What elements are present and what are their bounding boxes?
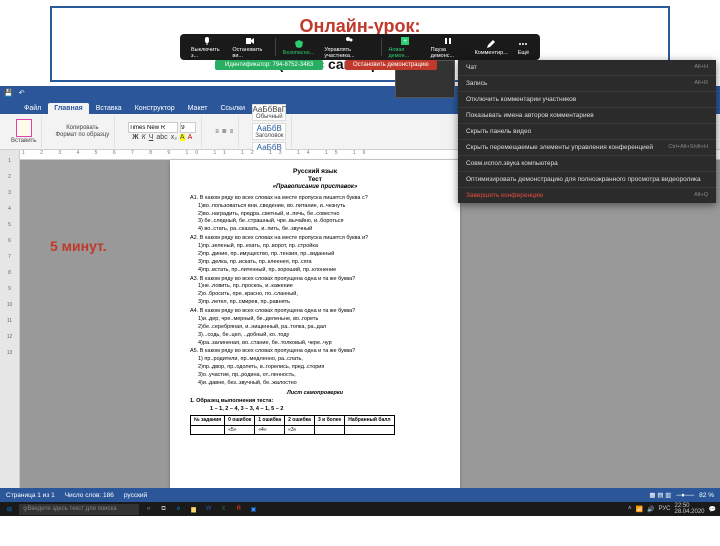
zoom-menu-end[interactable]: Завершить конференциюAlt+Q xyxy=(458,188,716,203)
zoom-security-button[interactable]: Безопасно... xyxy=(278,37,320,58)
zoom-menu-record[interactable]: ЗаписьAlt+R xyxy=(458,76,716,92)
question-2: А2. В каком ряду во всех словах на месте… xyxy=(190,235,440,242)
zoom-slider[interactable]: ─●── xyxy=(676,492,694,499)
answer-key-label: 1. Образец выполнения теста: xyxy=(190,398,440,405)
format-painter-button[interactable]: Формат по образцу xyxy=(55,132,109,138)
zoom-toolbar: Выключить з... Остановить ви... Безопасн… xyxy=(180,34,540,60)
tray-lang[interactable]: РУС xyxy=(658,506,670,512)
word-taskbar-icon[interactable]: W xyxy=(203,504,214,515)
zoom-menu-optimize[interactable]: Оптимизировать демонстрацию для полноэкр… xyxy=(458,172,716,188)
zoom-stop-share-button[interactable]: Остановить демонстрацию xyxy=(345,60,437,70)
windows-taskbar: ⊞ ⚲ Введите здесь текст для поиска ○ ⧉ e… xyxy=(0,502,720,516)
paste-group[interactable]: Вставить xyxy=(6,116,42,148)
tray-volume-icon[interactable]: 🔊 xyxy=(647,506,654,513)
cortana-icon[interactable]: ○ xyxy=(143,504,154,515)
font-size-input[interactable] xyxy=(180,122,196,133)
tray-clock[interactable]: 22:5028.04.2020 xyxy=(674,503,704,515)
zoom-newshare-button[interactable]: +Новая демон... xyxy=(383,34,425,61)
tray-network-icon[interactable]: 📶 xyxy=(636,506,643,513)
fontcolor-button[interactable]: A xyxy=(188,134,193,141)
copy-button[interactable]: Копировать xyxy=(66,125,98,131)
explorer-icon[interactable]: ▆ xyxy=(188,504,199,515)
italic-button[interactable]: К xyxy=(142,134,146,141)
start-button[interactable]: ⊞ xyxy=(4,504,15,515)
underline-button[interactable]: Ч xyxy=(149,134,154,141)
word-app: Выключить з... Остановить ви... Безопасн… xyxy=(0,86,720,516)
question-5: А5. В каком ряду во всех словах пропущен… xyxy=(190,348,440,355)
bold-button[interactable]: Ж xyxy=(132,134,138,141)
zoom-menu-chat[interactable]: ЧатAlt+H xyxy=(458,60,716,76)
document-page[interactable]: Русский язык Тест «Правописание приставо… xyxy=(170,160,460,500)
selfcheck-title: Лист самопроверки xyxy=(190,390,440,397)
score-table: № задания0 ошибок1 ошибка2 ошибка3 и бол… xyxy=(190,415,395,435)
vertical-ruler: 12345678910111213 xyxy=(0,150,20,502)
doc-sub: Тест xyxy=(190,176,440,184)
style-normal[interactable]: АаБбВвГОбычный xyxy=(252,104,286,121)
zoom-participants-button[interactable]: Управлять участника... xyxy=(319,34,378,61)
clipboard-group: Копировать Формат по образцу xyxy=(50,116,115,148)
status-lang[interactable]: русский xyxy=(124,492,147,499)
zoom-menu-share-sound[interactable]: Совм.испол.звука компьютера xyxy=(458,156,716,172)
tab-file[interactable]: Файл xyxy=(18,103,47,114)
zoom-more-button[interactable]: Ещё xyxy=(513,37,534,58)
tab-insert[interactable]: Вставка xyxy=(90,103,128,114)
highlight-button[interactable]: A xyxy=(180,134,185,141)
tray-chevron-icon[interactable]: ˄ xyxy=(628,506,632,512)
zoom-menu-hide-float[interactable]: Скрыть перемещаемые элементы управления … xyxy=(458,140,716,156)
font-name-input[interactable] xyxy=(128,122,178,133)
taskview-icon[interactable]: ⧉ xyxy=(158,504,169,515)
zoom-meeting-id: Идентификатор: 794-8752-3483 xyxy=(215,60,323,70)
zoom-menu-disable-annot[interactable]: Отключить комментарии участников xyxy=(458,92,716,108)
style-h1[interactable]: АаБбВЗаголовок xyxy=(252,123,286,140)
strike-button[interactable]: abc xyxy=(156,134,167,141)
tab-layout[interactable]: Макет xyxy=(182,103,214,114)
tab-home[interactable]: Главная xyxy=(48,103,88,114)
question-4: А4. В каком ряду во всех словах пропущен… xyxy=(190,308,440,315)
zoom-video-button[interactable]: Остановить ви... xyxy=(227,34,273,61)
tray-notifications-icon[interactable]: 💬 xyxy=(709,506,716,513)
svg-text:+: + xyxy=(402,38,406,45)
zoom-more-menu: ЧатAlt+H ЗаписьAlt+R Отключить комментар… xyxy=(458,60,716,203)
timer-label: 5 минут. xyxy=(50,238,107,254)
styles-group: АаБбВвГОбычный АаБбВЗаголовок АаБбВЗагол… xyxy=(247,116,292,148)
zoom-menu-show-names[interactable]: Показывать имена авторов комментариев xyxy=(458,108,716,124)
zoom-mute-button[interactable]: Выключить з... xyxy=(186,34,227,61)
numbering-button[interactable]: ≣ xyxy=(222,128,227,135)
zoom-taskbar-icon[interactable]: ▣ xyxy=(248,504,259,515)
answer-key: 1 – 1, 2 – 4, 3 – 3, 4 – 1, 5 – 2 xyxy=(210,406,440,413)
yandex-icon[interactable]: Я xyxy=(233,504,244,515)
status-words[interactable]: Число слов: 186 xyxy=(65,492,114,499)
view-buttons[interactable]: ▦ ▤ ▥ xyxy=(649,491,671,499)
word-statusbar: Страница 1 из 1 Число слов: 186 русский … xyxy=(0,488,720,502)
doc-title: Русский язык xyxy=(190,168,440,176)
zoom-annotate-button[interactable]: Комментир... xyxy=(470,37,513,58)
doc-topic: «Правописание приставок» xyxy=(190,184,440,192)
zoom-menu-hide-video[interactable]: Скрыть панель видео xyxy=(458,124,716,140)
paragraph-group: ≡ ≣ ≡ xyxy=(210,116,239,148)
tab-design[interactable]: Конструктор xyxy=(129,103,181,114)
excel-taskbar-icon[interactable]: X xyxy=(218,504,229,515)
undo-icon[interactable]: ↶ xyxy=(19,89,25,97)
taskbar-search[interactable]: ⚲ Введите здесь текст для поиска xyxy=(19,504,139,515)
bullets-button[interactable]: ≡ xyxy=(215,129,219,135)
sub-button[interactable]: x₂ xyxy=(171,134,177,141)
status-page[interactable]: Страница 1 из 1 xyxy=(6,492,55,499)
question-3: А3. В каком ряду во всех словах пропущен… xyxy=(190,276,440,283)
save-icon[interactable]: 💾 xyxy=(4,89,13,97)
align-left-button[interactable]: ≡ xyxy=(230,129,234,135)
tab-refs[interactable]: Ссылки xyxy=(214,103,251,114)
edge-icon[interactable]: e xyxy=(173,504,184,515)
question-1: А1. В каком ряду во всех словах на месте… xyxy=(190,195,440,202)
paste-icon xyxy=(16,119,32,137)
font-group: Ж К Ч abc x₂ A A xyxy=(123,116,202,148)
zoom-pause-button[interactable]: Пауза демонс... xyxy=(426,34,470,61)
zoom-level[interactable]: 82 % xyxy=(699,492,714,499)
